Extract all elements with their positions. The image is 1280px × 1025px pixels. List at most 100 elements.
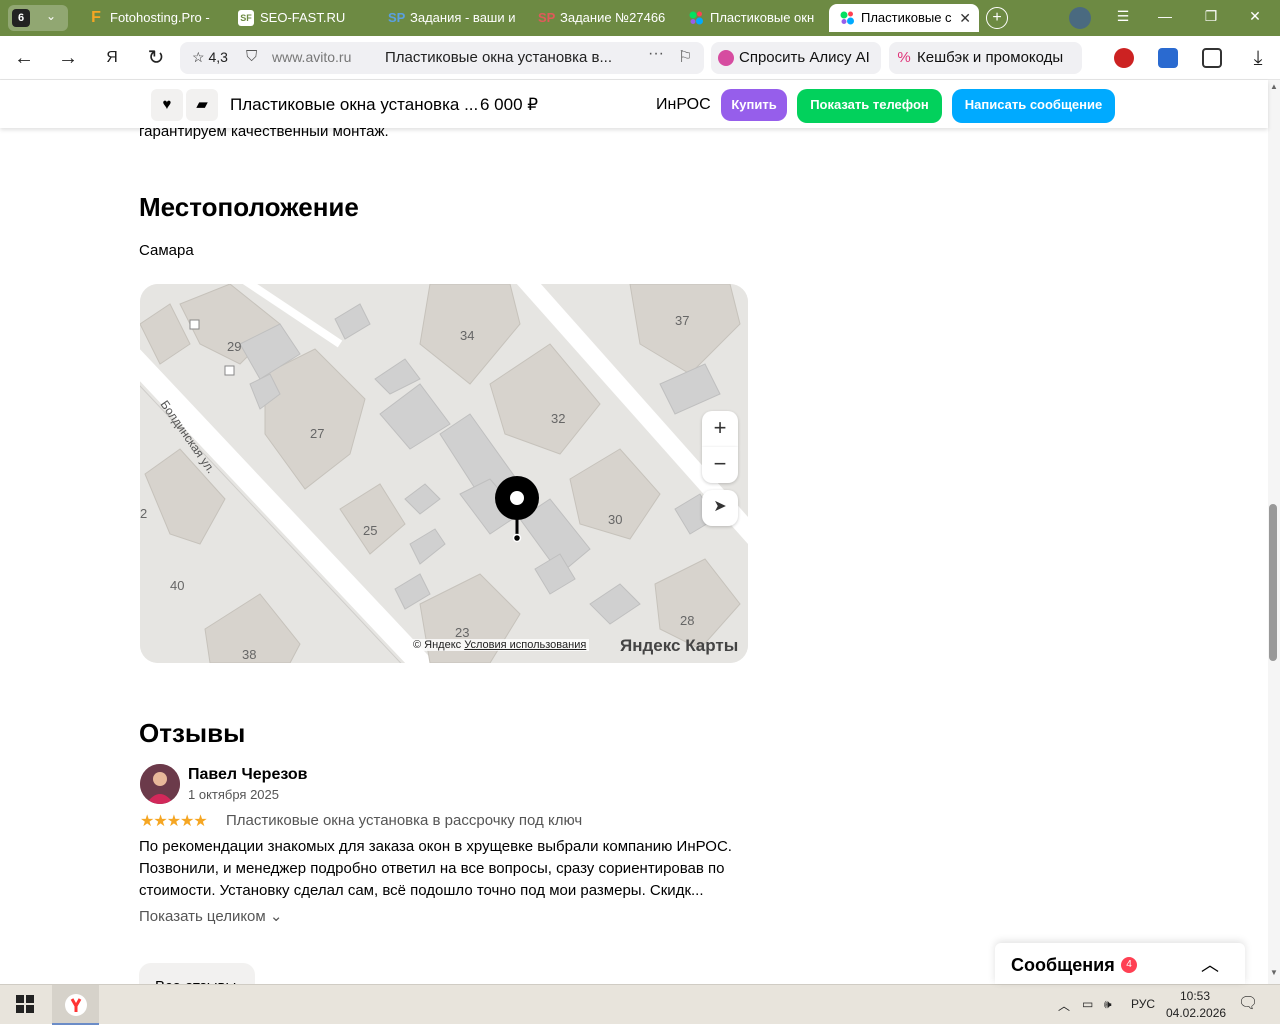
sticky-header: ♥ ▰ Пластиковые окна установка ... 6 000…	[0, 80, 1268, 128]
volume-icon[interactable]: 🕪	[1104, 997, 1112, 1012]
chevron-down-icon: ⌄	[46, 9, 57, 23]
messages-label: Сообщения	[1011, 955, 1115, 975]
download-icon[interactable]: ⤓	[1246, 46, 1270, 70]
url-field[interactable]: ☆ 4,3 ⛉ www.avito.ru Пластиковые окна ус…	[180, 42, 704, 74]
network-icon[interactable]: ▭	[1082, 997, 1093, 1011]
navigation-arrow-icon: ➤	[713, 498, 727, 515]
back-icon[interactable]: ←	[12, 46, 36, 70]
extension-shield-icon[interactable]	[1114, 48, 1134, 68]
entrance-icon	[224, 365, 235, 376]
scroll-down-icon[interactable]: ▼	[1270, 968, 1278, 977]
clock-date[interactable]: 04.02.2026	[1166, 1006, 1226, 1020]
tab-label: Пластиковые окн	[710, 10, 815, 25]
entrance-icon	[189, 319, 200, 330]
shield-icon[interactable]: ⛉	[246, 48, 257, 65]
tab-label: Задание №27466	[560, 10, 666, 25]
profile-avatar[interactable]	[1069, 7, 1091, 29]
yandex-maps-logo[interactable]: Яндекс Карты	[620, 636, 738, 656]
rating-star-icon[interactable]: ☆ 4,3	[192, 49, 228, 66]
minimize-icon[interactable]: —	[1150, 8, 1180, 24]
tab-avito-1[interactable]: Пластиковые окн	[678, 4, 828, 32]
yandex-browser-taskbar-button[interactable]	[52, 985, 99, 1025]
review-subject: Пластиковые окна установка в рассрочку п…	[226, 812, 583, 829]
cashback-button[interactable]: % Кешбэк и промокоды	[889, 42, 1082, 74]
fotohosting-icon: F	[91, 9, 101, 26]
scrollbar-thumb[interactable]	[1269, 504, 1277, 661]
address-bar-row: ← → Я ↻ ☆ 4,3 ⛉ www.avito.ru Пластиковые…	[0, 36, 1280, 80]
tab-seofast[interactable]: SF SEO-FAST.RU	[228, 4, 378, 32]
review-stars: ★★★★★	[140, 813, 208, 830]
map[interactable]: 29 34 37 27 32 2 25 30 40 28 23 38 Болди…	[140, 284, 748, 663]
tab-label: Задания - ваши и	[410, 10, 516, 25]
notifications-icon[interactable]: 🗨	[1238, 993, 1258, 1013]
windows-start-icon[interactable]	[16, 995, 34, 1013]
taskbar: ︿ ▭ 🕪 РУС 10:53 04.02.2026 🗨	[0, 984, 1280, 1025]
location-heading: Местоположение	[139, 192, 359, 222]
chevron-up-icon[interactable]: ︿	[1201, 951, 1219, 977]
review-date: 1 октября 2025	[188, 787, 279, 802]
city-label: Самара	[139, 242, 194, 259]
more-icon[interactable]: ···	[648, 45, 664, 63]
house-number-28: 28	[680, 613, 694, 628]
tab-zadanie[interactable]: SP Задание №27466	[528, 4, 678, 32]
map-terms-link[interactable]: Условия использования	[464, 639, 586, 651]
zoom-in-button[interactable]: +	[702, 411, 738, 447]
scrollbar[interactable]: ▲ ▼	[1268, 80, 1280, 984]
map-canvas[interactable]: 29 34 37 27 32 2 25 30 40 28 23 38 Болди…	[140, 284, 748, 663]
messages-widget[interactable]: Сообщения 4 ︿	[995, 943, 1245, 984]
house-number-40: 40	[170, 578, 184, 593]
tab-zadaniya[interactable]: SP Задания - ваши и	[378, 4, 528, 32]
bookmark-icon[interactable]: ⚐	[678, 47, 692, 67]
house-number-2: 2	[140, 506, 147, 521]
show-all-link[interactable]: Показать целиком ⌄	[139, 907, 282, 925]
extension-one-icon[interactable]	[1158, 48, 1178, 68]
forward-icon[interactable]: →	[56, 46, 80, 70]
language-indicator[interactable]: РУС	[1131, 997, 1155, 1011]
alice-button[interactable]: Спросить Алису AI	[711, 42, 881, 74]
reload-icon[interactable]: ↻	[144, 46, 168, 70]
seofast-icon: SF	[238, 10, 254, 26]
zoom-out-button[interactable]: −	[702, 447, 738, 483]
new-tab-button[interactable]: +	[986, 7, 1008, 29]
collections-icon[interactable]	[1202, 48, 1222, 68]
messages-badge: 4	[1121, 957, 1137, 973]
house-number-37: 37	[675, 313, 689, 328]
tab-bar: 6 ⌄ F Fotohosting.Pro - SF SEO-FAST.RU S…	[0, 0, 1280, 36]
url-page-title: Пластиковые окна установка в...	[385, 49, 612, 66]
sticky-seller[interactable]: ИнРОС	[656, 96, 711, 114]
yandex-icon[interactable]: Я	[100, 46, 124, 70]
reviews-heading: Отзывы	[139, 718, 246, 748]
clock-time[interactable]: 10:53	[1180, 989, 1210, 1003]
scroll-up-icon[interactable]: ▲	[1270, 82, 1278, 91]
house-number-34: 34	[460, 328, 474, 343]
description-tail: гарантируем качественный монтаж.	[139, 128, 389, 140]
house-number-29: 29	[227, 339, 241, 354]
percent-icon: %	[897, 49, 911, 66]
house-number-27: 27	[310, 426, 324, 441]
all-reviews-button[interactable]: Все отзывы	[139, 963, 255, 984]
tray-expand-icon[interactable]: ︿	[1058, 997, 1070, 1014]
close-window-icon[interactable]: ✕	[1240, 8, 1270, 25]
restore-icon[interactable]: ❐	[1196, 8, 1226, 25]
avito-icon	[839, 10, 855, 26]
tab-group-button[interactable]: 6 ⌄	[8, 5, 68, 31]
note-button[interactable]: ▰	[186, 89, 218, 121]
geolocation-button[interactable]: ➤	[702, 490, 738, 526]
buy-button[interactable]: Купить	[721, 89, 787, 121]
house-number-32: 32	[551, 411, 565, 426]
sp-icon: SP	[388, 10, 406, 25]
close-tab-icon[interactable]: ✕	[959, 4, 971, 32]
alice-label: Спросить Алису AI	[739, 49, 870, 66]
avatar[interactable]	[140, 764, 180, 804]
main-content: гарантируем качественный монтаж. Местопо…	[0, 128, 1268, 984]
map-copyright-text: © Яндекс	[413, 639, 462, 651]
menu-icon[interactable]: ☰	[1108, 8, 1138, 25]
favorite-button[interactable]: ♥	[151, 89, 183, 121]
alice-icon	[718, 50, 734, 66]
note-icon: ▰	[196, 96, 208, 113]
show-phone-button[interactable]: Показать телефон	[797, 89, 942, 123]
write-message-button[interactable]: Написать сообщение	[952, 89, 1115, 123]
review-author[interactable]: Павел Черезов	[188, 766, 308, 784]
tab-fotohosting[interactable]: F Fotohosting.Pro -	[78, 4, 228, 32]
tab-avito-active[interactable]: Пластиковые с ✕	[829, 4, 979, 32]
